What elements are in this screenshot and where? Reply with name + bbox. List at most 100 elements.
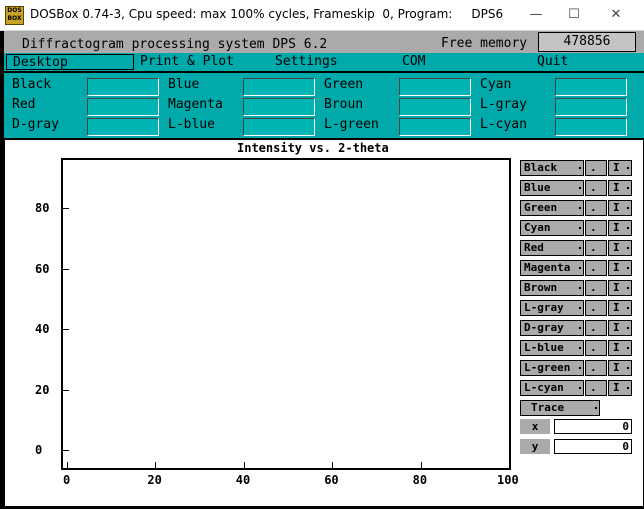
legend-d-gray-i-button[interactable]: I: [608, 320, 632, 336]
palette-field-d-gray[interactable]: [87, 118, 159, 136]
legend-magenta-button[interactable]: Magenta: [520, 260, 584, 276]
legend-brown-button[interactable]: Brown: [520, 280, 584, 296]
legend-brown-i-button[interactable]: I: [608, 280, 632, 296]
window-title: DOSBox 0.74-3, Cpu speed: max 100% cycle…: [30, 7, 504, 21]
legend-magenta-i-button[interactable]: I: [608, 260, 632, 276]
legend-magenta-dot-button[interactable]: .: [585, 260, 607, 276]
x-tick-label: 0: [63, 473, 71, 487]
y-tick-mark: [63, 389, 69, 391]
x-tick-mark: [509, 462, 510, 468]
close-button[interactable]: ✕: [596, 5, 636, 25]
menu-settings[interactable]: Settings: [275, 54, 338, 70]
legend-l-cyan-button[interactable]: L-cyan: [520, 380, 584, 396]
palette-field-cyan[interactable]: [555, 78, 627, 96]
button-notch: [595, 407, 597, 409]
palette-label-l-blue: L-blue: [168, 117, 215, 132]
legend-l-green-button[interactable]: L-green: [520, 360, 584, 376]
legend-cyan-button[interactable]: Cyan: [520, 220, 584, 236]
legend-cyan-i-button[interactable]: I: [608, 220, 632, 236]
trace-button[interactable]: Trace: [520, 400, 600, 416]
menu-print-plot[interactable]: Print & Plot: [140, 54, 234, 70]
button-notch: [579, 187, 581, 189]
legend-label: Black: [524, 161, 558, 174]
palette-field-red[interactable]: [87, 98, 159, 116]
button-notch: [579, 387, 581, 389]
palette-label-l-green: L-green: [324, 117, 379, 132]
legend-green-dot-button[interactable]: .: [585, 200, 607, 216]
plot-title: Intensity vs. 2-theta: [237, 141, 389, 155]
i-label: I: [613, 261, 620, 274]
legend-black-button[interactable]: Black: [520, 160, 584, 176]
legend-label: Green: [524, 201, 558, 214]
menu-com[interactable]: COM: [402, 54, 425, 70]
button-notch: [579, 267, 581, 269]
i-label: I: [613, 201, 620, 214]
legend-d-gray-dot-button[interactable]: .: [585, 320, 607, 336]
legend-black-i-button[interactable]: I: [608, 160, 632, 176]
i-label: I: [613, 381, 620, 394]
menu-desktop[interactable]: Desktop: [6, 54, 134, 70]
legend-label: L-cyan: [524, 381, 564, 394]
legend-l-green-i-button[interactable]: I: [608, 360, 632, 376]
plot-frame[interactable]: [61, 158, 511, 470]
palette-field-magenta[interactable]: [243, 98, 315, 116]
legend-l-blue-i-button[interactable]: I: [608, 340, 632, 356]
legend-l-cyan-dot-button[interactable]: .: [585, 380, 607, 396]
palette-field-black[interactable]: [87, 78, 159, 96]
y-tick-mark: [63, 329, 69, 331]
button-notch: [627, 367, 629, 369]
i-label: I: [613, 341, 620, 354]
legend-brown-dot-button[interactable]: .: [585, 280, 607, 296]
color-palette: Black Blue Green Cyan Red Magenta Broun L-gray D…: [4, 72, 644, 138]
legend-blue-dot-button[interactable]: .: [585, 180, 607, 196]
palette-field-l-blue[interactable]: [243, 118, 315, 136]
palette-field-l-gray[interactable]: [555, 98, 627, 116]
button-notch: [627, 187, 629, 189]
legend-blue-i-button[interactable]: I: [608, 180, 632, 196]
palette-field-green[interactable]: [399, 78, 471, 96]
legend-green-button[interactable]: Green: [520, 200, 584, 216]
legend-blue-button[interactable]: Blue: [520, 180, 584, 196]
button-notch: [579, 347, 581, 349]
i-label: I: [613, 281, 620, 294]
legend-red-dot-button[interactable]: .: [585, 240, 607, 256]
palette-label-d-gray: D-gray: [12, 117, 59, 132]
legend-l-cyan-i-button[interactable]: I: [608, 380, 632, 396]
minimize-button[interactable]: —: [516, 5, 556, 25]
legend-green-i-button[interactable]: I: [608, 200, 632, 216]
palette-field-l-cyan[interactable]: [555, 118, 627, 136]
legend-l-gray-dot-button[interactable]: .: [585, 300, 607, 316]
button-notch: [579, 367, 581, 369]
legend-cyan-dot-button[interactable]: .: [585, 220, 607, 236]
palette-field-blue[interactable]: [243, 78, 315, 96]
palette-field-l-green[interactable]: [399, 118, 471, 136]
menu-quit[interactable]: Quit: [537, 54, 568, 70]
palette-field-broun[interactable]: [399, 98, 471, 116]
legend-l-blue-dot-button[interactable]: .: [585, 340, 607, 356]
legend-d-gray-button[interactable]: D-gray: [520, 320, 584, 336]
x-tick-label: 80: [412, 473, 428, 487]
button-notch: [627, 267, 629, 269]
legend-l-gray-i-button[interactable]: I: [608, 300, 632, 316]
x-tick-mark: [155, 462, 157, 468]
legend-black-dot-button[interactable]: .: [585, 160, 607, 176]
y-tick-label: 0: [35, 443, 43, 457]
palette-label-green: Green: [324, 77, 364, 92]
legend-l-gray-button[interactable]: L-gray: [520, 300, 584, 316]
button-notch: [627, 167, 629, 169]
y-tick-label: 20: [35, 382, 50, 397]
i-label: I: [613, 161, 620, 174]
legend-red-i-button[interactable]: I: [608, 240, 632, 256]
maximize-button[interactable]: ☐: [554, 5, 594, 25]
legend-l-blue-button[interactable]: L-blue: [520, 340, 584, 356]
y-tick-label: 80: [35, 201, 50, 216]
button-notch: [579, 247, 581, 249]
y-tick-mark: [63, 208, 69, 210]
legend-red-button[interactable]: Red: [520, 240, 584, 256]
button-notch: [627, 307, 629, 309]
button-notch: [579, 327, 581, 329]
y-tick-mark: [63, 268, 69, 270]
legend-l-green-dot-button[interactable]: .: [585, 360, 607, 376]
i-label: I: [613, 241, 620, 254]
free-memory-value: 478856: [538, 32, 636, 52]
